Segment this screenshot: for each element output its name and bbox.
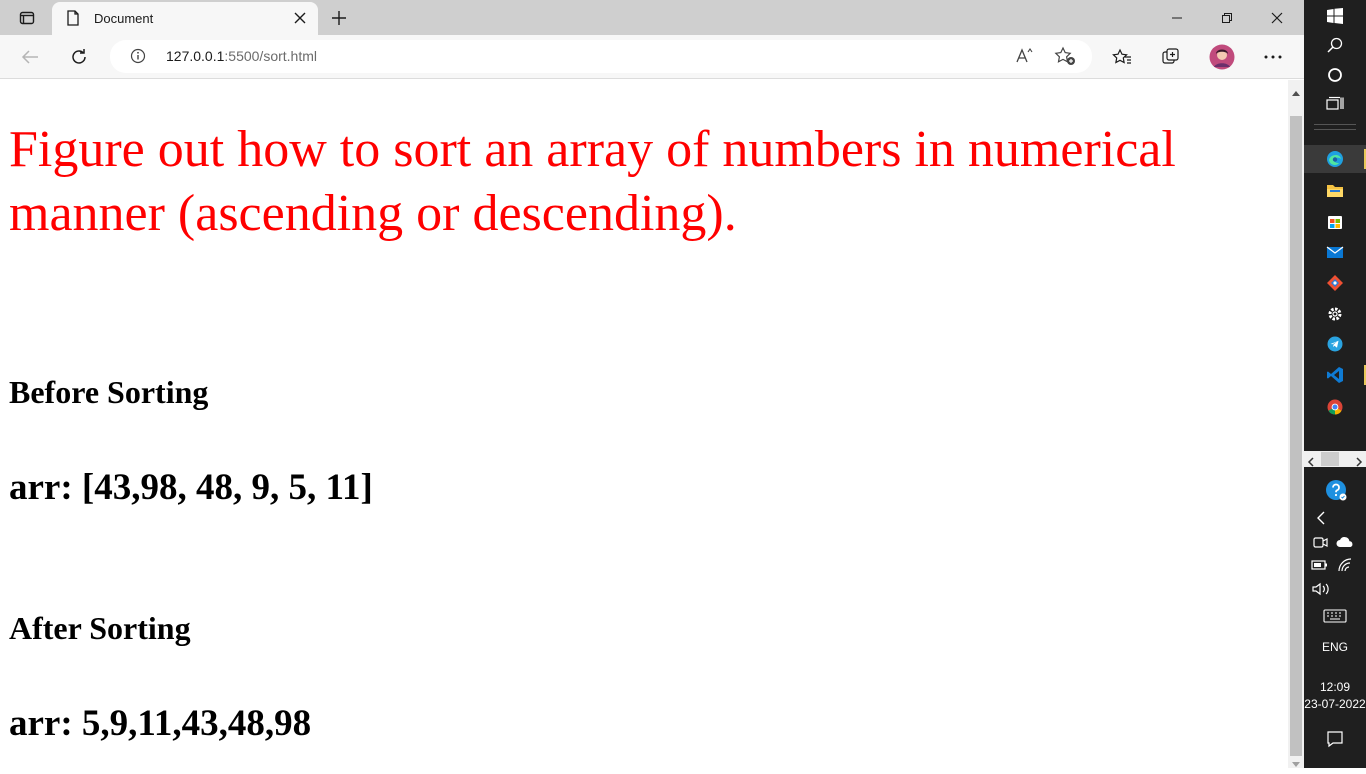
profile-avatar[interactable]: [1206, 42, 1238, 72]
battery-icon[interactable]: [1311, 556, 1329, 574]
page-content: Figure out how to sort an array of numbe…: [0, 80, 1288, 768]
meet-now-icon[interactable]: [1311, 533, 1329, 551]
address-bar[interactable]: 127.0.0.1:5500/sort.html: [110, 40, 1092, 73]
restore-button[interactable]: [1202, 0, 1252, 35]
after-sorting-label: After Sorting: [9, 610, 191, 646]
chrome-icon[interactable]: [1304, 393, 1366, 421]
git-app-icon[interactable]: [1304, 269, 1366, 297]
onedrive-icon[interactable]: [1335, 533, 1355, 551]
collections-icon[interactable]: [1155, 42, 1187, 72]
taskbar-scrollbar[interactable]: [1304, 451, 1366, 467]
tab-title: Document: [94, 11, 154, 26]
cortana-icon[interactable]: [1304, 61, 1366, 89]
clock-time: 12:09: [1319, 680, 1351, 694]
mail-icon[interactable]: [1304, 238, 1366, 266]
after-array-text: arr: 5,9,11,43,48,98: [9, 703, 312, 744]
taskbar-separator: [1314, 129, 1356, 130]
edge-app-icon[interactable]: [1304, 145, 1366, 173]
store-icon[interactable]: [1304, 207, 1366, 235]
favorites-icon[interactable]: [1106, 42, 1138, 72]
back-button[interactable]: [14, 42, 46, 72]
windows-taskbar: ENG 12:09 23-07-2022: [1304, 0, 1366, 768]
search-icon[interactable]: [1304, 31, 1366, 59]
url-text: 127.0.0.1:5500/sort.html: [166, 48, 317, 64]
scroll-up-icon[interactable]: [1291, 84, 1301, 102]
minimize-button[interactable]: [1152, 0, 1202, 35]
notification-center-icon[interactable]: [1324, 729, 1346, 749]
task-view-icon[interactable]: [1304, 90, 1366, 118]
close-tab-icon[interactable]: [292, 10, 308, 31]
help-icon[interactable]: [1324, 478, 1348, 502]
tab-document[interactable]: Document: [52, 2, 318, 35]
telegram-icon[interactable]: [1304, 330, 1366, 358]
scroll-down-icon[interactable]: [1291, 756, 1301, 774]
scroll-right-icon[interactable]: [1355, 454, 1363, 472]
before-array-text: arr: [43,98, 48, 9, 5, 11]: [9, 467, 373, 508]
vertical-scrollbar[interactable]: [1288, 80, 1304, 768]
info-icon[interactable]: [130, 48, 146, 69]
vscode-icon[interactable]: [1304, 361, 1366, 389]
tab-strip: Document: [0, 0, 1304, 35]
language-indicator[interactable]: ENG: [1304, 640, 1366, 654]
browser-toolbar: 127.0.0.1:5500/sort.html: [0, 35, 1304, 79]
new-tab-button[interactable]: [326, 6, 352, 30]
refresh-button[interactable]: [63, 42, 95, 72]
scroll-thumb[interactable]: [1290, 116, 1302, 756]
add-favorite-icon[interactable]: [1054, 46, 1076, 71]
show-hidden-icons-chevron[interactable]: [1312, 509, 1330, 527]
start-button[interactable]: [1304, 2, 1366, 30]
clock[interactable]: 12:09 23-07-2022: [1304, 679, 1366, 713]
taskbar-separator: [1314, 124, 1356, 125]
tab-actions-icon[interactable]: [9, 6, 45, 30]
page-icon: [66, 10, 80, 31]
browser-window: Document 127.0.0.1:5500/sort.html Figure…: [0, 0, 1304, 768]
scroll-left-icon[interactable]: [1307, 454, 1315, 472]
url-path: :5500/sort.html: [224, 48, 317, 64]
page-heading: Figure out how to sort an array of numbe…: [9, 121, 1176, 242]
volume-icon[interactable]: [1311, 580, 1333, 598]
close-window-button[interactable]: [1252, 0, 1302, 35]
file-explorer-icon[interactable]: [1304, 176, 1366, 204]
read-aloud-icon[interactable]: [1015, 46, 1035, 71]
settings-gear-icon[interactable]: [1304, 300, 1366, 328]
taskbar-scroll-thumb[interactable]: [1321, 452, 1339, 466]
touch-keyboard-icon[interactable]: [1322, 607, 1348, 625]
more-menu-icon[interactable]: [1257, 42, 1289, 72]
url-host: 127.0.0.1: [166, 48, 225, 64]
clock-date: 23-07-2022: [1304, 697, 1366, 711]
wifi-icon[interactable]: [1335, 556, 1355, 574]
before-sorting-label: Before Sorting: [9, 374, 209, 410]
